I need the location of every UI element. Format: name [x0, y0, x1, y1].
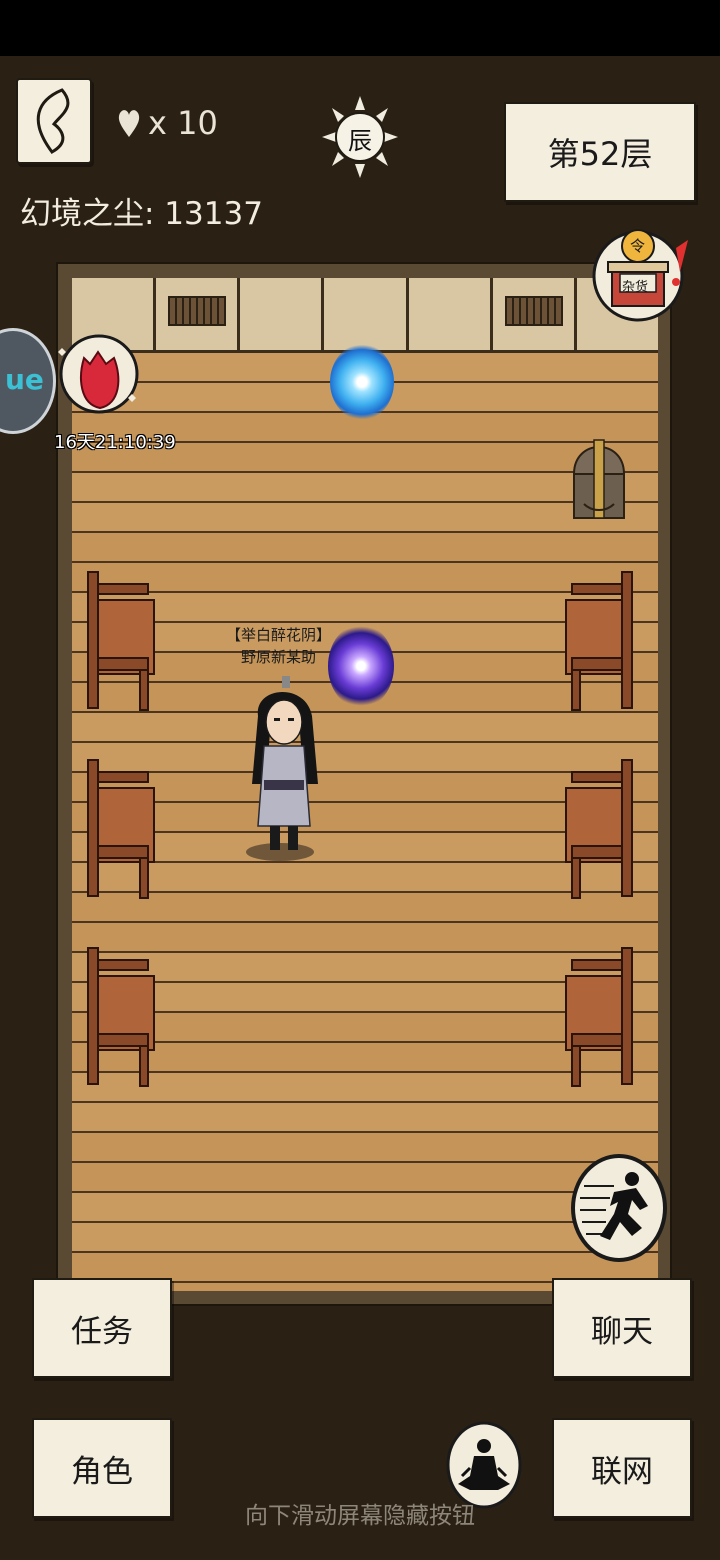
shop-sign: 杂货	[622, 280, 649, 295]
tasks-button[interactable]: 任务	[32, 1278, 172, 1378]
chat-button[interactable]: 聊天	[552, 1278, 692, 1378]
chair-left[interactable]	[84, 758, 158, 900]
lucky-bag-icon[interactable]	[58, 328, 140, 420]
floor-indicator[interactable]: 第52层	[504, 102, 696, 202]
dust-counter: 幻境之尘: 13137	[20, 196, 263, 232]
chair-right[interactable]	[562, 758, 636, 900]
back-icon	[36, 88, 70, 154]
vent	[504, 296, 563, 326]
chair-left[interactable]	[84, 570, 158, 712]
back-button[interactable]	[16, 78, 92, 164]
chair-right[interactable]	[562, 570, 636, 712]
heart-icon	[118, 110, 140, 137]
npc-guild: 【举白醉花阴】	[226, 626, 332, 644]
sun-time-icon: 辰	[322, 96, 398, 178]
lives-count: x 10	[148, 104, 218, 142]
npc-nameplate: 【举白醉花阴】 野原新某助	[226, 624, 331, 668]
player-character[interactable]	[244, 676, 326, 862]
side-tab-button[interactable]: ue	[0, 328, 56, 434]
treasure-chest-icon[interactable]	[570, 434, 628, 522]
status-bar	[0, 0, 720, 56]
chair-right[interactable]	[562, 946, 636, 1088]
shop-badge: 令	[630, 237, 646, 255]
chair-left[interactable]	[84, 946, 158, 1088]
lives-counter: x 10	[116, 104, 218, 142]
shop-icon[interactable]: 令 杂货	[592, 218, 692, 328]
side-tab-text: ue	[5, 363, 44, 396]
time-symbol: 辰	[348, 127, 372, 155]
hide-buttons-hint: 向下滑动屏幕隐藏按钮	[245, 1503, 475, 1529]
vent	[168, 296, 227, 326]
run-icon[interactable]	[570, 1152, 668, 1264]
portal-icon[interactable]	[328, 624, 394, 708]
event-timer: 16天21:10:39	[54, 432, 176, 453]
room-wall	[72, 278, 658, 353]
portal-icon[interactable]	[330, 344, 394, 420]
npc-name: 野原新某助	[241, 648, 317, 666]
